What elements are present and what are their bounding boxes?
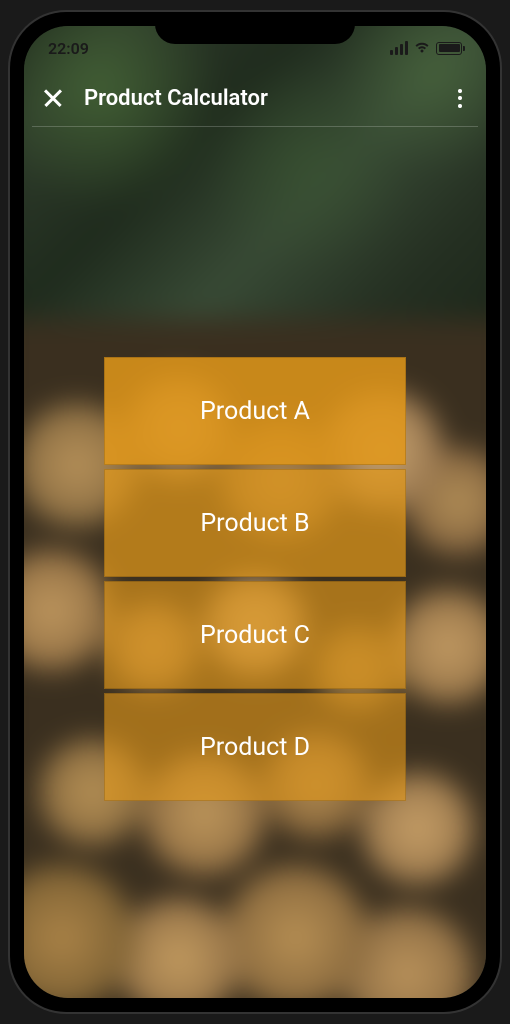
product-list: Product A Product B Product C Product D — [104, 357, 406, 801]
content-area: Product A Product B Product C Product D — [24, 127, 486, 801]
app-header: Product Calculator — [24, 70, 486, 126]
phone-screen: 22:09 Product Calculator — [24, 26, 486, 998]
status-icons — [390, 41, 462, 55]
more-options-icon[interactable] — [452, 83, 468, 114]
phone-notch — [155, 12, 355, 44]
product-item-b[interactable]: Product B — [104, 469, 406, 577]
product-label: Product D — [200, 733, 310, 762]
close-icon[interactable] — [42, 87, 64, 109]
status-time: 22:09 — [48, 39, 89, 58]
phone-frame: 22:09 Product Calculator — [10, 12, 500, 1012]
wifi-icon — [414, 42, 430, 54]
product-item-d[interactable]: Product D — [104, 693, 406, 801]
product-item-c[interactable]: Product C — [104, 581, 406, 689]
battery-icon — [436, 42, 462, 55]
product-item-a[interactable]: Product A — [104, 357, 406, 465]
page-title: Product Calculator — [84, 86, 432, 111]
product-label: Product A — [200, 397, 310, 426]
product-label: Product C — [200, 621, 310, 650]
signal-icon — [390, 41, 408, 55]
product-label: Product B — [200, 509, 309, 538]
